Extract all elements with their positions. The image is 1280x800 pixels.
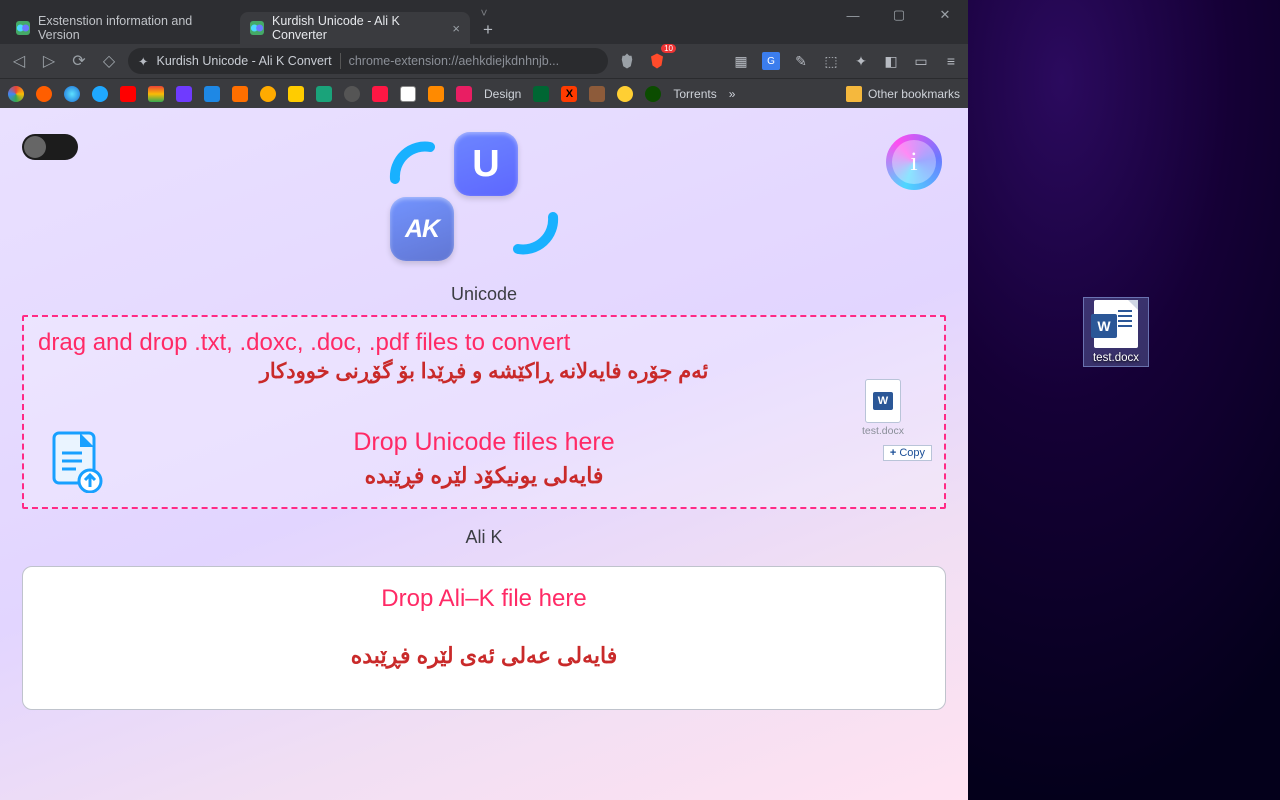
shield-count-badge: 10: [661, 44, 676, 53]
unicode-tile: U: [454, 132, 518, 196]
bookmark-item[interactable]: X: [561, 86, 577, 102]
folder-icon: [846, 86, 862, 102]
document-upload-icon: [50, 431, 104, 493]
brave-shields-icon[interactable]: 10: [646, 50, 668, 72]
window-controls: — ▢ ✕: [830, 0, 968, 30]
bookmark-folder-torrents[interactable]: Torrents: [673, 87, 716, 101]
drag-preview-filename: test.docx: [862, 425, 904, 437]
extension-icon[interactable]: ▦: [732, 52, 750, 70]
bookmark-item[interactable]: [645, 86, 661, 102]
translate-icon[interactable]: G: [762, 52, 780, 70]
word-w-label: W: [1091, 314, 1117, 338]
wallet-icon[interactable]: ▭: [912, 52, 930, 70]
dark-mode-toggle[interactable]: [22, 134, 78, 160]
bookmark-item[interactable]: [428, 86, 444, 102]
drop-here-ku: فایەلی یونیکۆد لێرە فڕێبدە: [38, 463, 930, 489]
alik-section-label: Ali K: [22, 527, 946, 548]
chevron-down-icon[interactable]: ˅: [480, 6, 487, 20]
back-button[interactable]: ◁: [8, 50, 30, 72]
copy-tooltip: Copy: [883, 445, 932, 461]
drag-preview: W test.docx: [862, 379, 904, 437]
tab-label: Exstenstion information and Version: [38, 14, 226, 42]
bookmark-item[interactable]: [400, 86, 416, 102]
bookmark-item[interactable]: [288, 86, 304, 102]
bookmark-item[interactable]: [589, 86, 605, 102]
sidebar-icon[interactable]: ◧: [882, 52, 900, 70]
omnibox[interactable]: ✦ Kurdish Unicode - Ali K Convert chrome…: [128, 48, 608, 74]
minimize-button[interactable]: —: [830, 0, 876, 30]
other-bookmarks-folder[interactable]: Other bookmarks: [846, 86, 960, 102]
new-tab-button[interactable]: +: [474, 16, 502, 44]
browser-window: ˅ Exstenstion information and Version Ku…: [0, 0, 968, 800]
page-content: i U AK Unicode drag and drop .txt, .doxc…: [0, 108, 968, 800]
titlebar: ˅ Exstenstion information and Version Ku…: [0, 0, 968, 44]
arc-icon: [513, 207, 563, 257]
alik-dropzone[interactable]: Drop Ali–K file here فایەلی عەلی ئەی لێر…: [22, 566, 946, 710]
bookmark-item[interactable]: [8, 86, 24, 102]
bookmark-item[interactable]: [204, 86, 220, 102]
bookmark-icon[interactable]: ◇: [98, 50, 120, 72]
tab-extension-info[interactable]: Exstenstion information and Version: [6, 12, 236, 44]
bookmark-item[interactable]: [92, 86, 108, 102]
close-window-button[interactable]: ✕: [922, 0, 968, 30]
reload-button[interactable]: ⟳: [68, 50, 90, 72]
favicon-icon: [16, 21, 30, 35]
address-bar: ◁ ▷ ⟳ ◇ ✦ Kurdish Unicode - Ali K Conver…: [0, 44, 968, 78]
brave-lion-icon[interactable]: [616, 50, 638, 72]
toolbar-icons: ▦ G ✎ ⬚ ✦ ◧ ▭ ≡: [732, 52, 960, 70]
tab-kurdish-converter[interactable]: Kurdish Unicode - Ali K Converter ×: [240, 12, 470, 44]
bookmark-item[interactable]: [148, 86, 164, 102]
unicode-section-label: Unicode: [22, 284, 946, 305]
page-title-text: Kurdish Unicode - Ali K Convert: [156, 54, 331, 68]
drop-here-ku: فایەلی عەلی ئەی لێرە فڕێبدە: [37, 643, 931, 669]
unicode-dropzone[interactable]: drag and drop .txt, .doxc, .doc, .pdf fi…: [22, 315, 946, 509]
app-logo: U AK: [380, 130, 568, 266]
info-icon: i: [910, 147, 917, 177]
bookmark-item[interactable]: [316, 86, 332, 102]
bookmark-item[interactable]: [372, 86, 388, 102]
dropzone-hint-en: drag and drop .txt, .doxc, .doc, .pdf fi…: [38, 329, 930, 357]
tab-label: Kurdish Unicode - Ali K Converter: [272, 14, 440, 42]
word-file-icon: W: [1094, 300, 1138, 348]
other-bookmarks-label: Other bookmarks: [868, 87, 960, 101]
desktop[interactable]: W test.docx: [968, 0, 1280, 800]
toggle-knob: [24, 136, 46, 158]
bookmark-item[interactable]: [176, 86, 192, 102]
maximize-button[interactable]: ▢: [876, 0, 922, 30]
close-tab-icon[interactable]: ×: [452, 21, 460, 36]
extension-icon[interactable]: ✎: [792, 52, 810, 70]
bookmark-item[interactable]: [260, 86, 276, 102]
bookmark-item[interactable]: [64, 86, 80, 102]
bookmark-item[interactable]: [533, 86, 549, 102]
forward-button[interactable]: ▷: [38, 50, 60, 72]
word-file-icon: W: [865, 379, 901, 423]
bookmark-item[interactable]: [344, 86, 360, 102]
bookmark-item[interactable]: [456, 86, 472, 102]
extensions-menu-icon[interactable]: ✦: [852, 52, 870, 70]
drop-here-en: Drop Ali–K file here: [37, 585, 931, 613]
dropzone-hint-ku: ئەم جۆرە فایەلانە ڕاکێشە و فڕێدا بۆ گۆڕن…: [38, 359, 930, 384]
bookmark-item[interactable]: [36, 86, 52, 102]
drop-here-en: Drop Unicode files here: [38, 428, 930, 457]
bookmark-item[interactable]: [232, 86, 248, 102]
menu-icon[interactable]: ≡: [942, 52, 960, 70]
tab-strip: Exstenstion information and Version Kurd…: [6, 8, 502, 44]
extension-icon: ✦: [138, 54, 148, 69]
bookmark-item[interactable]: [617, 86, 633, 102]
bookmarks-bar: Design X Torrents » Other bookmarks: [0, 78, 968, 108]
word-w-label: W: [873, 392, 893, 410]
alik-tile: AK: [390, 197, 454, 261]
divider: [340, 53, 341, 69]
bookmark-folder-design[interactable]: Design: [484, 87, 521, 101]
desktop-file-name: test.docx: [1086, 352, 1146, 364]
extension-icon[interactable]: ⬚: [822, 52, 840, 70]
desktop-file-test-docx[interactable]: W test.docx: [1084, 298, 1148, 366]
arc-icon: [385, 139, 435, 189]
url-text: chrome-extension://aehkdiejkdnhnjb...: [349, 54, 560, 68]
bookmarks-overflow[interactable]: »: [729, 87, 736, 101]
favicon-icon: [250, 21, 264, 35]
info-button[interactable]: i: [886, 134, 942, 190]
bookmark-item[interactable]: [120, 86, 136, 102]
